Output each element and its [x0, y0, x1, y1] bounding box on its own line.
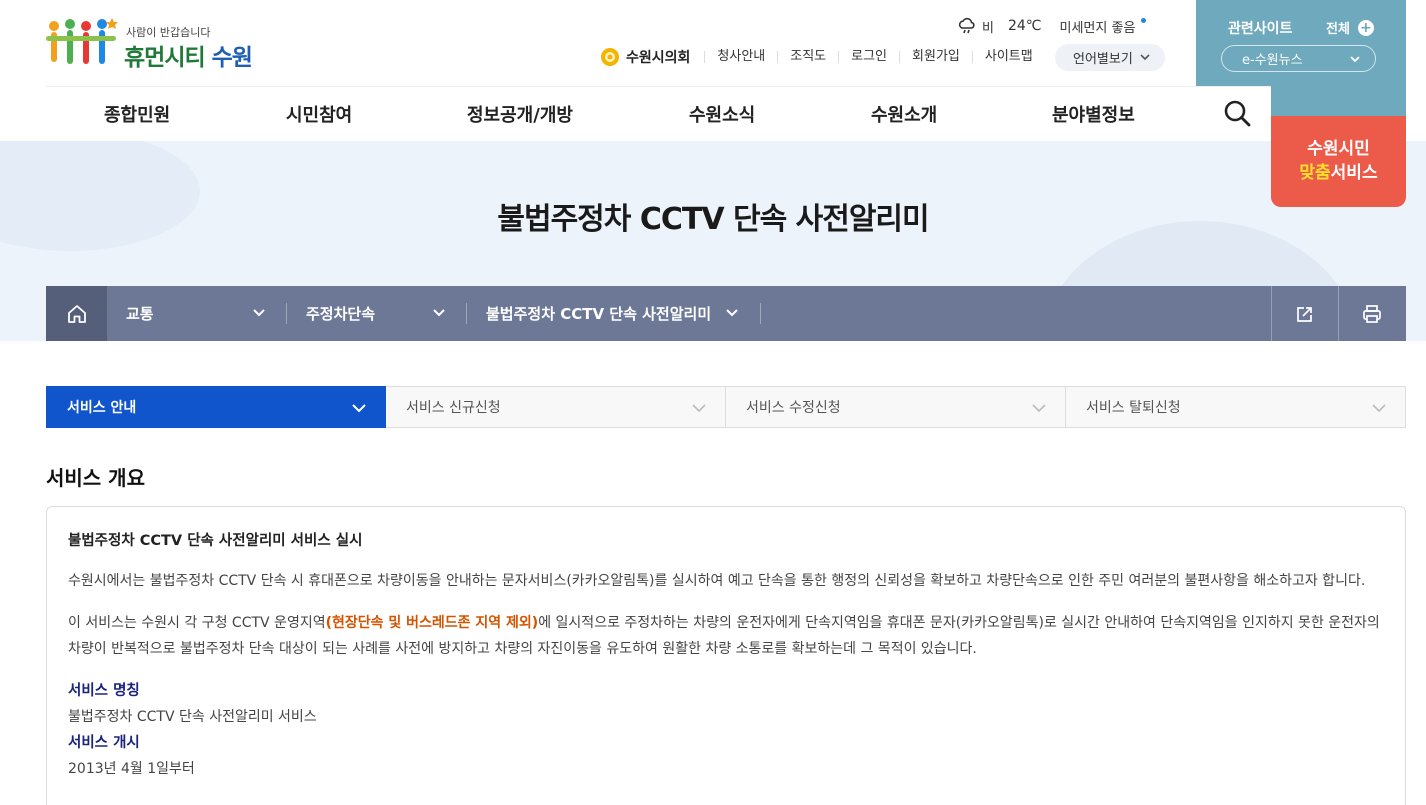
overview-paragraph-1: 수원시에서는 불법주정차 CCTV 단속 시 휴대폰으로 차량이동을 안내하는 … [68, 573, 1366, 589]
gnb-item-field-info[interactable]: 분야별정보 [1052, 101, 1135, 127]
chevron-down-icon [253, 309, 265, 317]
tab-withdraw-application[interactable]: 서비스 탈퇴신청 [1066, 386, 1406, 428]
language-select-label: 언어별보기 [1073, 52, 1133, 67]
overview-heading: 불법주정차 CCTV 단속 사전알리미 서비스 실시 [68, 533, 363, 549]
related-sites-title: 관련사이트 [1228, 21, 1293, 37]
home-icon [67, 304, 86, 323]
share-icon [1297, 306, 1312, 322]
location-item-cctv-alert[interactable]: 불법주정차 CCTV 단속 사전알리미 [486, 286, 746, 341]
gnb-item-news[interactable]: 수원소식 [689, 101, 755, 127]
chevron-down-icon [352, 404, 366, 413]
service-overview-box: 불법주정차 CCTV 단속 사전알리미 서비스 실시 수원시에서는 불법주정차 … [46, 506, 1406, 805]
header: 사람이 반갑습니다 휴먼시티 수원 비 24℃ 미세먼지 좋음 수원시의회 청사… [0, 0, 1426, 207]
location-item-traffic[interactable]: 교통 [126, 286, 276, 341]
related-sites-all-button[interactable]: 전체 + [1326, 18, 1374, 37]
related-sites-select[interactable]: e-수원뉴스 [1221, 45, 1376, 72]
chevron-down-icon [1372, 404, 1386, 413]
page: 사람이 반갑습니다 휴먼시티 수원 비 24℃ 미세먼지 좋음 수원시의회 청사… [0, 0, 1426, 805]
service-start-value: 2013년 4월 1일부터 [68, 761, 195, 777]
plus-icon: + [1357, 19, 1374, 36]
paragraph-text: 이 서비스는 수원시 각 구청 CCTV 운영지역 [68, 615, 326, 631]
tab-label: 서비스 탈퇴신청 [1086, 400, 1181, 416]
location-separator [286, 303, 287, 324]
printer-icon [1363, 304, 1381, 323]
language-select[interactable]: 언어별보기 [1055, 44, 1165, 71]
share-button[interactable] [1271, 286, 1338, 341]
main-navigation: 종합민원 시민참여 정보공개/개방 수원소식 수원소개 분야별정보 [46, 86, 1271, 141]
util-link-org-chart[interactable]: 조직도 [777, 50, 838, 63]
location-item-label: 주정차단속 [306, 305, 376, 323]
gnb-item-civil-service[interactable]: 종합민원 [104, 101, 170, 127]
chevron-down-icon [1032, 404, 1046, 413]
chevron-down-icon [726, 309, 738, 317]
logo-name-blue: 수원 [204, 45, 253, 71]
tab-label: 서비스 신규신청 [406, 400, 501, 416]
custom-service-button[interactable]: 수원시민 맞춤서비스 [1271, 86, 1406, 207]
council-link[interactable]: 수원시의회 [600, 47, 704, 67]
chevron-down-icon [1350, 56, 1360, 63]
weather-temperature: 24℃ [1007, 18, 1042, 34]
gnb-item-information[interactable]: 정보공개/개방 [467, 101, 573, 127]
paragraph-highlight: (현장단속 및 버스레드존 지역 제외) [325, 615, 539, 631]
gnb-item-participation[interactable]: 시민참여 [286, 101, 352, 127]
location-separator [760, 303, 761, 324]
service-start-label: 서비스 개시 [68, 735, 140, 751]
tab-edit-application[interactable]: 서비스 수정신청 [726, 386, 1066, 428]
overview-paragraph-2: 이 서비스는 수원시 각 구청 CCTV 운영지역(현장단속 및 버스레드존 지… [68, 610, 1384, 662]
custom-service-line1: 수원시민 [1307, 139, 1370, 159]
weather-condition: 비 [982, 20, 994, 36]
service-tabs: 서비스 안내 서비스 신규신청 서비스 수정신청 서비스 탈퇴신청 [46, 386, 1406, 428]
location-item-parking[interactable]: 주정차단속 [306, 286, 456, 341]
custom-service-decoration [1271, 86, 1406, 116]
tab-service-info[interactable]: 서비스 안내 [46, 386, 386, 428]
tab-label: 서비스 안내 [67, 400, 137, 416]
related-sites-select-value: e-수원뉴스 [1242, 53, 1303, 68]
gnb-item-about[interactable]: 수원소개 [871, 101, 937, 127]
location-item-label: 불법주정차 CCTV 단속 사전알리미 [486, 305, 712, 323]
related-sites-panel: 관련사이트 전체 + e-수원뉴스 [1196, 0, 1406, 86]
custom-service-rest: 서비스 [1330, 163, 1378, 183]
search-icon[interactable] [1222, 98, 1252, 128]
util-link-signup[interactable]: 회원가입 [899, 50, 972, 63]
logo-figures-icon [46, 18, 118, 64]
custom-service-highlight: 맞춤 [1299, 163, 1331, 183]
logo-name-green: 휴먼시티 [124, 45, 206, 71]
page-title: 불법주정차 CCTV 단속 사전알리미 [497, 202, 929, 237]
chevron-down-icon [433, 309, 445, 317]
weather-widget: 비 24℃ 미세먼지 좋음 [958, 16, 1147, 36]
dust-status-dot [1141, 17, 1147, 23]
print-button[interactable] [1338, 286, 1405, 341]
location-separator [466, 303, 467, 324]
chevron-down-icon [692, 404, 706, 413]
custom-service-line2: 맞춤서비스 [1271, 158, 1406, 183]
council-emblem-icon [601, 48, 619, 66]
council-label: 수원시의회 [626, 50, 691, 66]
dust-status: 미세먼지 좋음 [1059, 20, 1136, 36]
tab-label: 서비스 수정신청 [746, 400, 841, 416]
util-link-login[interactable]: 로그인 [838, 50, 899, 63]
logo-name: 휴먼시티 수원 [124, 38, 253, 72]
home-button[interactable] [46, 286, 107, 341]
utility-menu: 수원시의회 청사안내 조직도 로그인 회원가입 사이트맵 [600, 44, 1045, 70]
tab-new-application[interactable]: 서비스 신규신청 [386, 386, 726, 428]
related-sites-all-label: 전체 [1326, 22, 1350, 37]
util-link-office-guide[interactable]: 청사안내 [704, 50, 777, 63]
location-bar: 교통 주정차단속 불법주정차 CCTV 단속 사전알리미 [46, 286, 1406, 341]
chevron-down-icon [1140, 54, 1150, 61]
site-logo[interactable]: 사람이 반갑습니다 휴먼시티 수원 [46, 14, 266, 72]
util-link-sitemap[interactable]: 사이트맵 [971, 50, 1045, 63]
location-item-label: 교통 [126, 305, 154, 323]
service-name-value: 불법주정차 CCTV 단속 사전알리미 서비스 [68, 709, 317, 725]
service-name-label: 서비스 명칭 [68, 683, 140, 699]
rain-cloud-icon [958, 17, 975, 34]
section-title: 서비스 개요 [46, 466, 145, 490]
